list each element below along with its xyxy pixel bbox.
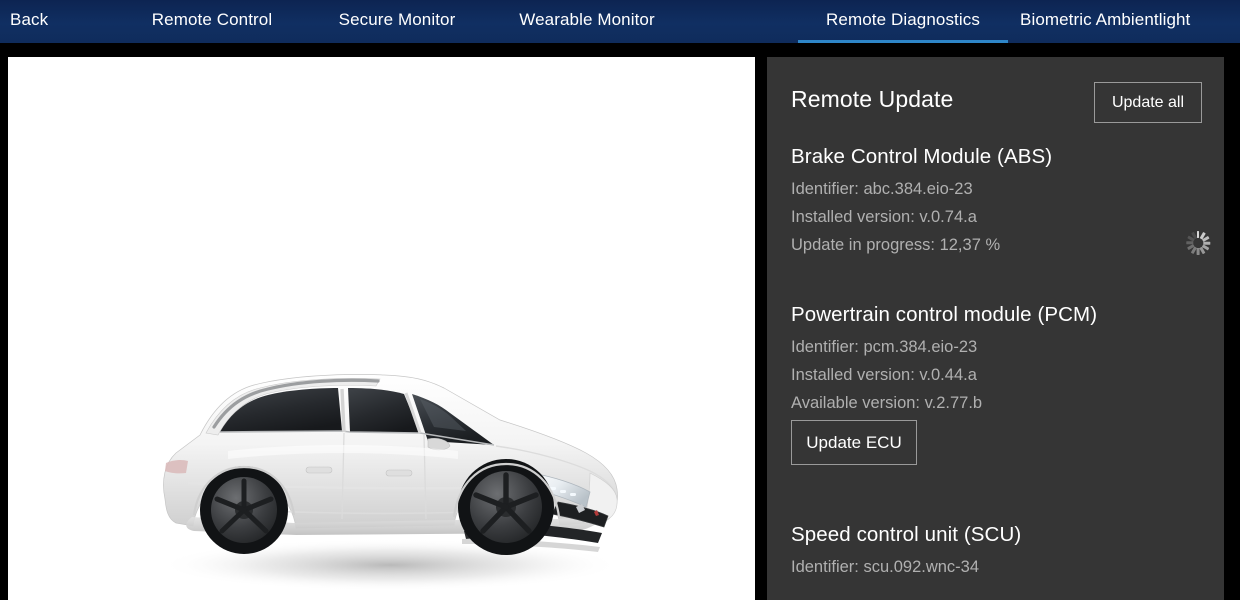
tab-label: Secure Monitor <box>338 10 456 29</box>
tab-remote-diagnostics[interactable]: Remote Diagnostics <box>798 0 1008 43</box>
tab-label: Remote Control <box>151 10 273 29</box>
tab-back[interactable]: Back <box>0 0 118 43</box>
tab-secure-monitor[interactable]: Secure Monitor <box>306 0 488 43</box>
module-powertrain-control: Powertrain control module (PCM) Identifi… <box>767 303 1224 525</box>
module-identifier: Identifier: abc.384.eio-23 <box>791 180 973 198</box>
tab-wearable-monitor[interactable]: Wearable Monitor <box>488 0 686 43</box>
module-speed-control: Speed control unit (SCU) Identifier: scu… <box>767 523 1224 595</box>
front-wheel <box>458 459 554 555</box>
update-all-button[interactable]: Update all <box>1094 82 1202 123</box>
module-available-version: Available version: v.2.77.b <box>791 394 983 412</box>
module-update-progress: Update in progress: 12,37 % <box>791 236 1001 254</box>
tab-label: Back <box>10 10 49 29</box>
vehicle-viewer-panel[interactable] <box>8 57 755 600</box>
module-title: Speed control unit (SCU) <box>791 523 1022 546</box>
remote-update-list: Remote Update Update all Brake Control M… <box>767 57 1224 595</box>
tab-biometric-ambientlight[interactable]: Biometric Ambientlight <box>1020 0 1240 43</box>
tab-remote-control[interactable]: Remote Control <box>118 0 306 43</box>
remote-update-panel[interactable]: Remote Update Update all Brake Control M… <box>767 57 1224 600</box>
module-title: Powertrain control module (PCM) <box>791 303 1098 326</box>
loading-spinner-icon <box>1186 231 1210 255</box>
module-brake-control: Brake Control Module (ABS) Identifier: a… <box>767 145 1224 272</box>
car-illustration <box>158 374 622 591</box>
module-title: Brake Control Module (ABS) <box>791 145 1053 168</box>
module-identifier: Identifier: pcm.384.eio-23 <box>791 338 978 356</box>
tab-label: Biometric Ambientlight <box>1020 10 1191 29</box>
module-installed-version: Installed version: v.0.44.a <box>791 366 977 384</box>
module-identifier: Identifier: scu.092.wnc-34 <box>791 558 980 576</box>
tab-label: Remote Diagnostics <box>826 10 980 29</box>
content-stage: Remote Update Update all Brake Control M… <box>0 43 1240 600</box>
page-title: Remote Update <box>791 86 954 112</box>
module-installed-version: Installed version: v.0.74.a <box>791 208 977 226</box>
tab-label: Wearable Monitor <box>519 10 655 29</box>
update-ecu-button[interactable]: Update ECU <box>791 420 917 465</box>
top-navigation-bar: Back Remote Control Secure Monitor Weara… <box>0 0 1240 43</box>
panel-header: Remote Update Update all <box>767 57 1224 147</box>
vehicle-image <box>8 57 755 600</box>
